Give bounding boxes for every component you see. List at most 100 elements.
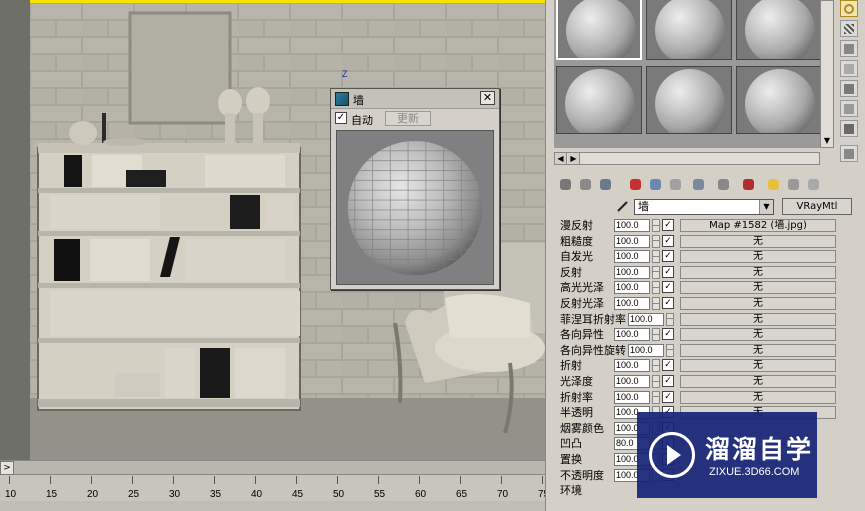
video-check-icon[interactable]: [840, 80, 858, 97]
frame-tick-label: 35: [210, 489, 222, 500]
map-enable-checkbox[interactable]: ✓: [662, 265, 674, 278]
sample-slot[interactable]: [556, 66, 642, 134]
amount-spinner[interactable]: [652, 359, 660, 373]
put-to-library-icon[interactable]: [666, 175, 685, 194]
chevron-down-icon[interactable]: ▼: [759, 200, 773, 214]
map-label: 光泽度: [560, 375, 593, 388]
background-icon[interactable]: [840, 40, 858, 57]
map-amount-field[interactable]: 100.0: [628, 343, 664, 357]
material-name-text: 墙: [638, 200, 649, 213]
scroll-left-icon[interactable]: ◀: [555, 153, 567, 164]
material-name-field[interactable]: 墙 ▼: [634, 199, 774, 215]
map-amount-field[interactable]: 100.0: [614, 375, 650, 388]
map-amount-field[interactable]: 100.0: [614, 281, 650, 295]
map-slot-button[interactable]: 无: [680, 281, 836, 295]
amount-spinner[interactable]: [652, 281, 660, 295]
map-enable-checkbox[interactable]: ✓: [662, 359, 674, 372]
frame-tick: [173, 476, 174, 484]
map-slot-button[interactable]: 无: [680, 312, 836, 326]
frame-tick: [419, 476, 420, 484]
amount-spinner[interactable]: [652, 234, 660, 248]
sample-slot[interactable]: [736, 66, 822, 134]
amount-spinner[interactable]: [652, 375, 660, 388]
frame-tick: [378, 476, 379, 484]
material-window-titlebar[interactable]: 墙 ✕: [331, 89, 499, 109]
auto-checkbox[interactable]: ✓: [335, 112, 347, 124]
show-map-in-viewport-icon[interactable]: [714, 175, 733, 194]
map-row: 反射 100.0 ✓ 无: [556, 265, 838, 281]
viewport-left-bar: [0, 0, 30, 460]
scroll-down-icon[interactable]: ▼: [822, 136, 832, 146]
map-slot-button[interactable]: 无: [680, 265, 836, 279]
amount-spinner[interactable]: [652, 390, 660, 404]
map-amount-field[interactable]: 100.0: [614, 390, 650, 404]
time-slider-arrow[interactable]: >: [0, 461, 14, 475]
get-material-icon[interactable]: [556, 175, 575, 194]
map-amount-field[interactable]: 100.0: [628, 312, 664, 326]
map-enable-checkbox[interactable]: ✓: [662, 328, 674, 341]
select-by-material-icon[interactable]: [840, 145, 858, 162]
map-slot-button[interactable]: 无: [680, 343, 836, 357]
map-enable-checkbox[interactable]: ✓: [662, 219, 674, 231]
amount-spinner[interactable]: [652, 219, 660, 232]
amount-spinner[interactable]: [652, 265, 660, 279]
material-type-button[interactable]: VRayMtl: [782, 198, 852, 215]
make-unique-icon[interactable]: [646, 175, 665, 194]
uv-tiling-icon[interactable]: [840, 60, 858, 77]
frame-ruler[interactable]: 10 15 20 25 30 35 40 45 50 55 60 65 70 75: [0, 476, 549, 500]
amount-spinner[interactable]: [666, 343, 674, 357]
go-forward-to-sibling-icon[interactable]: [784, 175, 803, 194]
timeline[interactable]: > 10 15 20 25 30 35 40 45 50 55 60 65 70 75: [0, 460, 549, 511]
backlight-icon[interactable]: [840, 20, 858, 37]
amount-spinner[interactable]: [666, 312, 674, 326]
sample-slot[interactable]: [646, 0, 732, 60]
map-label: 凹凸: [560, 437, 582, 451]
map-amount-field[interactable]: 100.0: [614, 297, 650, 310]
map-slot-button[interactable]: 无: [680, 359, 836, 373]
reset-map-icon[interactable]: [626, 175, 645, 194]
amount-spinner[interactable]: [652, 328, 660, 342]
map-slot-button[interactable]: 无: [680, 250, 836, 264]
time-slider[interactable]: >: [0, 461, 545, 475]
map-enable-checkbox[interactable]: ✓: [662, 234, 674, 247]
material-preview-window[interactable]: 墙 ✕ ✓ 自动 更新: [330, 88, 500, 290]
slots-vertical-scrollbar[interactable]: ▼: [820, 0, 834, 148]
map-amount-field[interactable]: 100.0: [614, 234, 650, 248]
material-navigator-icon[interactable]: [804, 175, 823, 194]
update-button[interactable]: 更新: [385, 111, 431, 126]
map-amount-field[interactable]: 100.0: [614, 250, 650, 264]
map-enable-checkbox[interactable]: ✓: [662, 297, 674, 309]
material-effects-channel-icon[interactable]: [689, 175, 708, 194]
map-amount-field[interactable]: 100.0: [614, 359, 650, 373]
map-amount-field[interactable]: 100.0: [614, 219, 650, 232]
map-enable-checkbox[interactable]: ✓: [662, 281, 674, 294]
sample-type-icon[interactable]: [840, 0, 858, 17]
map-enable-checkbox[interactable]: ✓: [662, 250, 674, 263]
map-slot-button[interactable]: 无: [680, 234, 836, 248]
eyedropper-icon[interactable]: [616, 199, 630, 213]
map-slot-button[interactable]: 无: [680, 390, 836, 404]
sample-slot[interactable]: [646, 66, 732, 134]
map-slot-button[interactable]: 无: [680, 297, 836, 310]
make-preview-icon[interactable]: [840, 100, 858, 117]
sample-slot[interactable]: [556, 0, 642, 60]
map-enable-checkbox[interactable]: ✓: [662, 375, 674, 387]
slots-horizontal-scrollbar[interactable]: ◀ ▶: [554, 152, 820, 165]
map-slot-button[interactable]: 无: [680, 328, 836, 342]
sample-slot[interactable]: [736, 0, 822, 60]
options-icon[interactable]: [840, 120, 858, 137]
map-amount-field[interactable]: 100.0: [614, 265, 650, 279]
amount-spinner[interactable]: [652, 250, 660, 264]
map-slot-button[interactable]: 无: [680, 375, 836, 388]
map-amount-field[interactable]: 100.0: [614, 328, 650, 342]
assign-to-selection-icon[interactable]: [596, 175, 615, 194]
amount-spinner[interactable]: [652, 297, 660, 310]
show-end-result-icon[interactable]: [739, 175, 758, 194]
map-label: 折射率: [560, 390, 593, 404]
go-to-parent-icon[interactable]: [764, 175, 783, 194]
map-slot-button[interactable]: Map #1582 (墙.jpg): [680, 219, 836, 232]
close-button[interactable]: ✕: [480, 91, 495, 105]
scroll-right-icon[interactable]: ▶: [568, 153, 580, 164]
map-enable-checkbox[interactable]: ✓: [662, 390, 674, 403]
put-to-scene-icon[interactable]: [576, 175, 595, 194]
